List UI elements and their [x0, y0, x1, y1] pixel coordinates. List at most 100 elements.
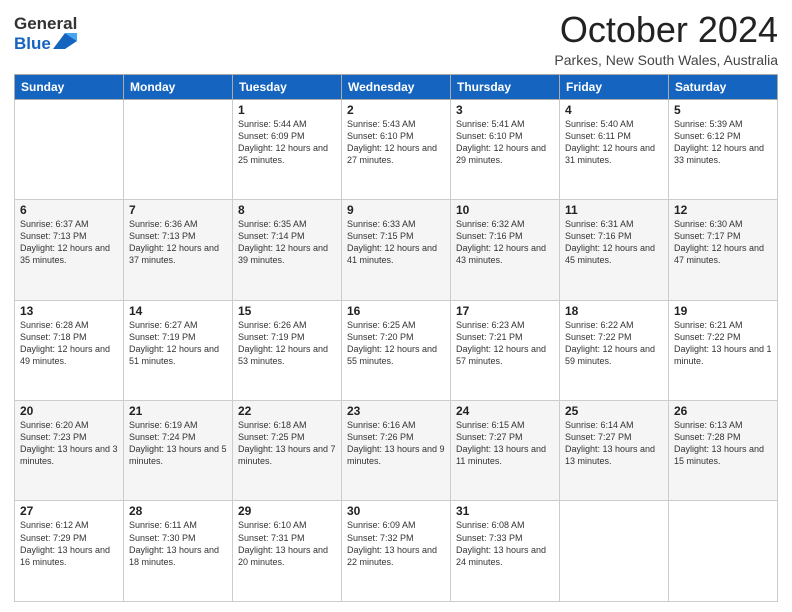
- table-row: 10Sunrise: 6:32 AM Sunset: 7:16 PM Dayli…: [451, 200, 560, 300]
- table-row: 28Sunrise: 6:11 AM Sunset: 7:30 PM Dayli…: [124, 501, 233, 602]
- col-thursday: Thursday: [451, 74, 560, 99]
- calendar-week-row: 27Sunrise: 6:12 AM Sunset: 7:29 PM Dayli…: [15, 501, 778, 602]
- day-info: Sunrise: 5:43 AM Sunset: 6:10 PM Dayligh…: [347, 118, 445, 167]
- day-info: Sunrise: 6:19 AM Sunset: 7:24 PM Dayligh…: [129, 419, 227, 468]
- table-row: 25Sunrise: 6:14 AM Sunset: 7:27 PM Dayli…: [560, 401, 669, 501]
- day-number: 23: [347, 404, 445, 418]
- day-info: Sunrise: 6:08 AM Sunset: 7:33 PM Dayligh…: [456, 519, 554, 568]
- day-number: 8: [238, 203, 336, 217]
- calendar-week-row: 20Sunrise: 6:20 AM Sunset: 7:23 PM Dayli…: [15, 401, 778, 501]
- table-row: 29Sunrise: 6:10 AM Sunset: 7:31 PM Dayli…: [233, 501, 342, 602]
- table-row: 4Sunrise: 5:40 AM Sunset: 6:11 PM Daylig…: [560, 99, 669, 199]
- day-info: Sunrise: 6:13 AM Sunset: 7:28 PM Dayligh…: [674, 419, 772, 468]
- title-location: Parkes, New South Wales, Australia: [554, 52, 778, 68]
- day-number: 1: [238, 103, 336, 117]
- table-row: 14Sunrise: 6:27 AM Sunset: 7:19 PM Dayli…: [124, 300, 233, 400]
- page: General Blue October 2024 Parkes, New So…: [0, 0, 792, 612]
- day-number: 12: [674, 203, 772, 217]
- table-row: 22Sunrise: 6:18 AM Sunset: 7:25 PM Dayli…: [233, 401, 342, 501]
- table-row: 30Sunrise: 6:09 AM Sunset: 7:32 PM Dayli…: [342, 501, 451, 602]
- table-row: 7Sunrise: 6:36 AM Sunset: 7:13 PM Daylig…: [124, 200, 233, 300]
- col-wednesday: Wednesday: [342, 74, 451, 99]
- header: General Blue October 2024 Parkes, New So…: [14, 10, 778, 68]
- day-info: Sunrise: 6:33 AM Sunset: 7:15 PM Dayligh…: [347, 218, 445, 267]
- day-info: Sunrise: 6:27 AM Sunset: 7:19 PM Dayligh…: [129, 319, 227, 368]
- col-monday: Monday: [124, 74, 233, 99]
- calendar-week-row: 6Sunrise: 6:37 AM Sunset: 7:13 PM Daylig…: [15, 200, 778, 300]
- day-info: Sunrise: 5:41 AM Sunset: 6:10 PM Dayligh…: [456, 118, 554, 167]
- table-row: [560, 501, 669, 602]
- day-number: 20: [20, 404, 118, 418]
- day-info: Sunrise: 6:32 AM Sunset: 7:16 PM Dayligh…: [456, 218, 554, 267]
- col-friday: Friday: [560, 74, 669, 99]
- col-tuesday: Tuesday: [233, 74, 342, 99]
- table-row: 26Sunrise: 6:13 AM Sunset: 7:28 PM Dayli…: [669, 401, 778, 501]
- table-row: 9Sunrise: 6:33 AM Sunset: 7:15 PM Daylig…: [342, 200, 451, 300]
- table-row: 12Sunrise: 6:30 AM Sunset: 7:17 PM Dayli…: [669, 200, 778, 300]
- day-number: 14: [129, 304, 227, 318]
- day-number: 10: [456, 203, 554, 217]
- calendar-table: Sunday Monday Tuesday Wednesday Thursday…: [14, 74, 778, 602]
- day-number: 25: [565, 404, 663, 418]
- table-row: 19Sunrise: 6:21 AM Sunset: 7:22 PM Dayli…: [669, 300, 778, 400]
- day-info: Sunrise: 6:14 AM Sunset: 7:27 PM Dayligh…: [565, 419, 663, 468]
- table-row: [669, 501, 778, 602]
- day-number: 3: [456, 103, 554, 117]
- day-info: Sunrise: 6:18 AM Sunset: 7:25 PM Dayligh…: [238, 419, 336, 468]
- day-number: 21: [129, 404, 227, 418]
- day-info: Sunrise: 6:21 AM Sunset: 7:22 PM Dayligh…: [674, 319, 772, 368]
- day-number: 31: [456, 504, 554, 518]
- day-info: Sunrise: 6:10 AM Sunset: 7:31 PM Dayligh…: [238, 519, 336, 568]
- calendar-week-row: 13Sunrise: 6:28 AM Sunset: 7:18 PM Dayli…: [15, 300, 778, 400]
- day-number: 22: [238, 404, 336, 418]
- day-number: 11: [565, 203, 663, 217]
- day-number: 9: [347, 203, 445, 217]
- day-number: 27: [20, 504, 118, 518]
- day-info: Sunrise: 6:22 AM Sunset: 7:22 PM Dayligh…: [565, 319, 663, 368]
- day-info: Sunrise: 6:11 AM Sunset: 7:30 PM Dayligh…: [129, 519, 227, 568]
- table-row: 13Sunrise: 6:28 AM Sunset: 7:18 PM Dayli…: [15, 300, 124, 400]
- day-number: 19: [674, 304, 772, 318]
- table-row: 15Sunrise: 6:26 AM Sunset: 7:19 PM Dayli…: [233, 300, 342, 400]
- calendar-week-row: 1Sunrise: 5:44 AM Sunset: 6:09 PM Daylig…: [15, 99, 778, 199]
- logo-icon: [53, 31, 77, 51]
- day-info: Sunrise: 6:35 AM Sunset: 7:14 PM Dayligh…: [238, 218, 336, 267]
- table-row: [124, 99, 233, 199]
- day-number: 28: [129, 504, 227, 518]
- day-info: Sunrise: 5:40 AM Sunset: 6:11 PM Dayligh…: [565, 118, 663, 167]
- table-row: [15, 99, 124, 199]
- day-number: 5: [674, 103, 772, 117]
- table-row: 31Sunrise: 6:08 AM Sunset: 7:33 PM Dayli…: [451, 501, 560, 602]
- table-row: 20Sunrise: 6:20 AM Sunset: 7:23 PM Dayli…: [15, 401, 124, 501]
- table-row: 8Sunrise: 6:35 AM Sunset: 7:14 PM Daylig…: [233, 200, 342, 300]
- day-number: 16: [347, 304, 445, 318]
- col-saturday: Saturday: [669, 74, 778, 99]
- table-row: 24Sunrise: 6:15 AM Sunset: 7:27 PM Dayli…: [451, 401, 560, 501]
- day-info: Sunrise: 6:20 AM Sunset: 7:23 PM Dayligh…: [20, 419, 118, 468]
- title-area: October 2024 Parkes, New South Wales, Au…: [554, 10, 778, 68]
- calendar-header-row: Sunday Monday Tuesday Wednesday Thursday…: [15, 74, 778, 99]
- table-row: 18Sunrise: 6:22 AM Sunset: 7:22 PM Dayli…: [560, 300, 669, 400]
- table-row: 3Sunrise: 5:41 AM Sunset: 6:10 PM Daylig…: [451, 99, 560, 199]
- day-info: Sunrise: 6:15 AM Sunset: 7:27 PM Dayligh…: [456, 419, 554, 468]
- table-row: 2Sunrise: 5:43 AM Sunset: 6:10 PM Daylig…: [342, 99, 451, 199]
- table-row: 16Sunrise: 6:25 AM Sunset: 7:20 PM Dayli…: [342, 300, 451, 400]
- day-number: 18: [565, 304, 663, 318]
- table-row: 21Sunrise: 6:19 AM Sunset: 7:24 PM Dayli…: [124, 401, 233, 501]
- title-month: October 2024: [554, 10, 778, 50]
- table-row: 11Sunrise: 6:31 AM Sunset: 7:16 PM Dayli…: [560, 200, 669, 300]
- day-info: Sunrise: 6:36 AM Sunset: 7:13 PM Dayligh…: [129, 218, 227, 267]
- day-info: Sunrise: 5:44 AM Sunset: 6:09 PM Dayligh…: [238, 118, 336, 167]
- logo: General Blue: [14, 14, 77, 53]
- table-row: 23Sunrise: 6:16 AM Sunset: 7:26 PM Dayli…: [342, 401, 451, 501]
- table-row: 27Sunrise: 6:12 AM Sunset: 7:29 PM Dayli…: [15, 501, 124, 602]
- table-row: 1Sunrise: 5:44 AM Sunset: 6:09 PM Daylig…: [233, 99, 342, 199]
- day-info: Sunrise: 6:31 AM Sunset: 7:16 PM Dayligh…: [565, 218, 663, 267]
- day-number: 17: [456, 304, 554, 318]
- day-number: 4: [565, 103, 663, 117]
- day-number: 26: [674, 404, 772, 418]
- col-sunday: Sunday: [15, 74, 124, 99]
- day-number: 24: [456, 404, 554, 418]
- day-number: 13: [20, 304, 118, 318]
- day-info: Sunrise: 6:09 AM Sunset: 7:32 PM Dayligh…: [347, 519, 445, 568]
